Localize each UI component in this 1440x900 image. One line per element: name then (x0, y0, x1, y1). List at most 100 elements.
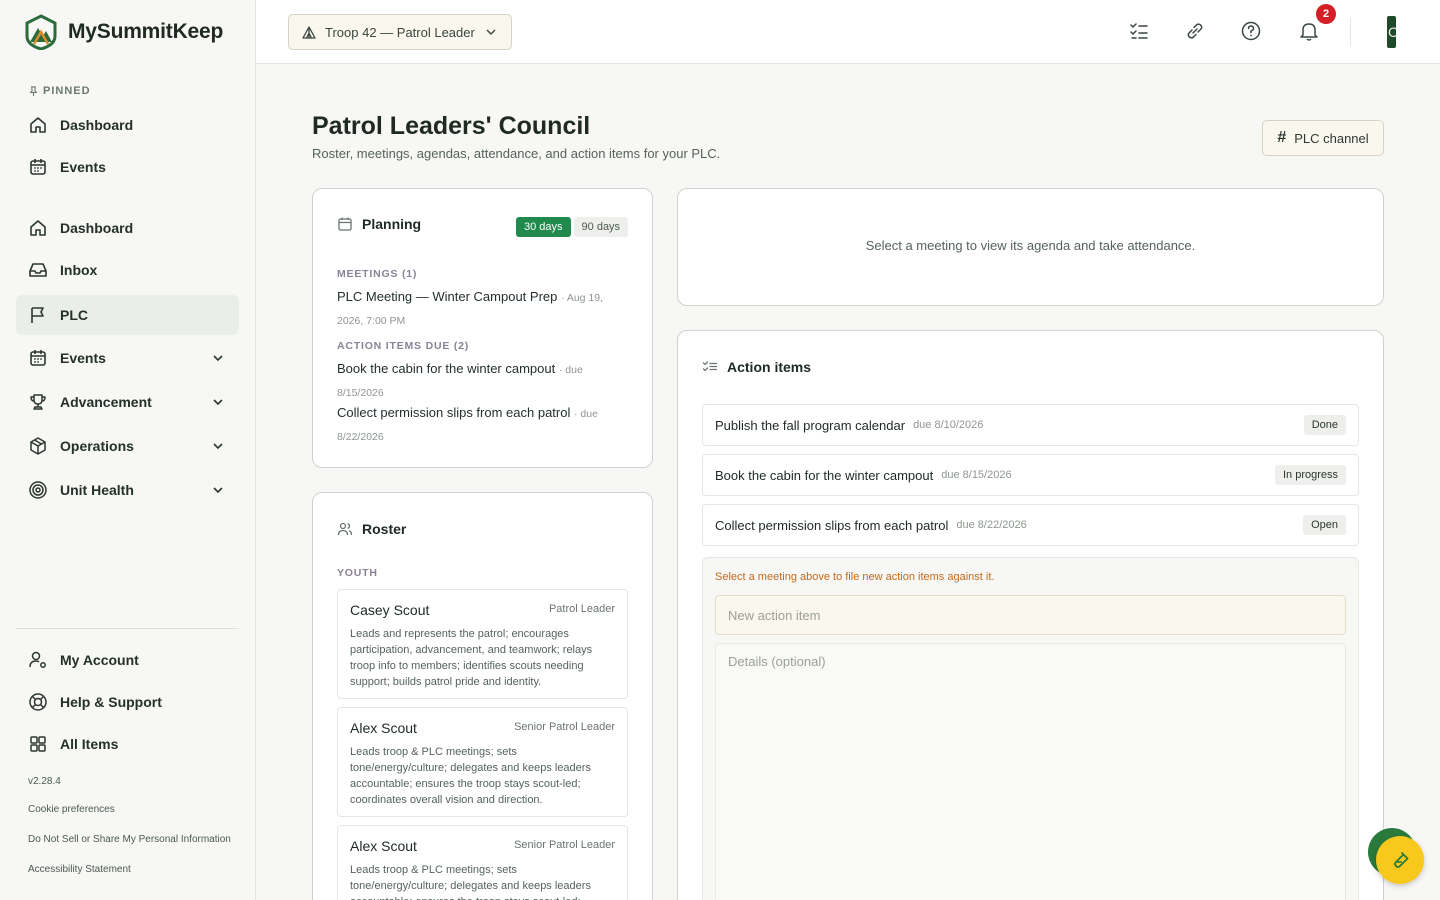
cookie-link[interactable]: Cookie preferences (28, 804, 115, 815)
due-item[interactable]: Collect permission slips from each patro… (337, 402, 613, 448)
action-item-due: due 8/10/2026 (913, 419, 984, 431)
page-title: Patrol Leaders' Council (312, 112, 591, 140)
nav-label: Inbox (60, 262, 98, 278)
brand[interactable]: MySummitKeep (24, 14, 223, 50)
pinned-item-events[interactable]: Events (16, 147, 239, 187)
new-action-form: Select a meeting above to file new actio… (702, 557, 1359, 900)
action-items-title: Action items (702, 359, 811, 375)
select-meeting-warning: Select a meeting above to file new actio… (715, 571, 995, 583)
sidebar-item-advancement[interactable]: Advancement (16, 382, 239, 422)
roster-member[interactable]: Alex Scout Senior Patrol Leader Leads tr… (337, 825, 628, 900)
page-subtitle: Roster, meetings, agendas, attendance, a… (312, 146, 721, 161)
flag-icon (31, 307, 44, 323)
youth-label: YOUTH (337, 567, 378, 579)
calendar-icon (30, 350, 46, 366)
do-not-sell-link[interactable]: Do Not Sell or Share My Personal Informa… (28, 834, 231, 845)
range-90-button[interactable]: 90 days (573, 217, 629, 237)
due-item[interactable]: Book the cabin for the winter campout · … (337, 358, 613, 404)
pinned-item-dashboard[interactable]: Dashboard (16, 105, 239, 145)
details-textarea[interactable] (715, 643, 1346, 900)
action-items-card: Action items Publish the fall program ca… (677, 330, 1384, 900)
action-item-due: due 8/22/2026 (956, 519, 1027, 531)
action-item-row[interactable]: Collect permission slips from each patro… (702, 504, 1359, 546)
roster-card: Roster YOUTH Casey Scout Patrol Leader L… (312, 492, 653, 900)
sidebar-item-my-account[interactable]: My Account (16, 640, 239, 680)
sidebar-item-help[interactable]: Help & Support (16, 682, 239, 722)
planning-card: Planning 30 days 90 days MEETINGS (1) PL… (312, 188, 653, 468)
nav-label: Dashboard (60, 220, 134, 236)
chevron-down-icon[interactable] (211, 395, 225, 409)
action-item-title: Book the cabin for the winter campout (715, 467, 934, 483)
brand-name: MySummitKeep (68, 20, 224, 43)
home-icon (30, 117, 46, 133)
meeting-item[interactable]: PLC Meeting — Winter Campout Prep · Aug … (337, 286, 613, 332)
sidebar-item-events[interactable]: Events (16, 338, 239, 378)
nav-label: My Account (60, 652, 139, 668)
bell-icon[interactable] (1298, 20, 1320, 42)
nav-label: Advancement (60, 394, 152, 410)
nav-label: Events (60, 159, 106, 175)
plc-channel-button[interactable]: # PLC channel (1262, 120, 1384, 156)
roster-member[interactable]: Alex Scout Senior Patrol Leader Leads tr… (337, 707, 628, 817)
nav-label: Unit Health (60, 482, 134, 498)
troop-select[interactable]: Troop 42 — Patrol Leader (288, 14, 512, 50)
member-name: Alex Scout (350, 838, 417, 854)
trophy-icon (30, 394, 46, 410)
pinned-label: PINNED (28, 85, 91, 97)
calendar-icon (30, 159, 46, 175)
link-icon[interactable] (1184, 20, 1206, 42)
member-description: Leads and represents the patrol; encoura… (350, 628, 593, 688)
meeting-panel: Select a meeting to view its agenda and … (677, 188, 1384, 306)
planning-title: Planning (337, 216, 421, 232)
member-description: Leads troop & PLC meetings; sets tone/en… (350, 864, 591, 900)
help-icon[interactable] (1240, 20, 1262, 42)
sidebar-item-plc[interactable]: PLC (16, 295, 239, 335)
action-item-row[interactable]: Publish the fall program calendar due 8/… (702, 404, 1359, 446)
sidebar-item-operations[interactable]: Operations (16, 426, 239, 466)
range-30-button[interactable]: 30 days (516, 217, 571, 237)
sidebar-item-dashboard[interactable]: Dashboard (16, 208, 239, 248)
nav-label: Help & Support (60, 694, 162, 710)
roster-title: Roster (337, 521, 406, 537)
lifebuoy-icon (29, 693, 47, 711)
nav-label: Dashboard (60, 117, 134, 133)
sidebar-item-inbox[interactable]: Inbox (16, 250, 239, 290)
meetings-label: MEETINGS (1) (337, 268, 418, 280)
nav-label: All Items (60, 736, 119, 752)
member-role: Senior Patrol Leader (514, 721, 615, 733)
status-badge[interactable]: In progress (1274, 465, 1346, 485)
new-action-input[interactable] (715, 595, 1346, 635)
meeting-empty-message: Select a meeting to view its agenda and … (865, 238, 1196, 253)
status-badge[interactable]: Open (1303, 515, 1346, 535)
action-item-due: due 8/15/2026 (941, 469, 1012, 481)
home-icon (30, 220, 46, 236)
test-tube-button[interactable] (1376, 836, 1424, 884)
grid-icon (30, 736, 46, 752)
floating-helper (1368, 828, 1424, 884)
checklist-icon[interactable] (1128, 20, 1150, 42)
pin-icon (29, 85, 38, 96)
chevron-down-icon[interactable] (211, 439, 225, 453)
tent-icon (302, 26, 316, 39)
member-name: Alex Scout (350, 720, 417, 736)
accessibility-link[interactable]: Accessibility Statement (28, 864, 131, 875)
test-tube-icon (1394, 852, 1409, 868)
sidebar-item-unit-health[interactable]: Unit Health (16, 470, 239, 510)
chevron-down-icon[interactable] (211, 483, 225, 497)
action-item-row[interactable]: Book the cabin for the winter campout du… (702, 454, 1359, 496)
member-role: Patrol Leader (548, 603, 615, 615)
sidebar-divider (16, 628, 239, 629)
status-badge[interactable]: Done (1303, 415, 1346, 435)
inbox-icon (29, 263, 47, 277)
action-items-due-label: ACTION ITEMS DUE (2) (337, 340, 470, 352)
target-icon (29, 481, 47, 499)
chevron-down-icon (486, 29, 496, 35)
roster-member[interactable]: Casey Scout Patrol Leader Leads and repr… (337, 589, 628, 699)
chevron-down-icon[interactable] (211, 351, 225, 365)
avatar[interactable]: C (1387, 16, 1396, 48)
sidebar-item-all-items[interactable]: All Items (16, 724, 239, 764)
member-role: Senior Patrol Leader (514, 839, 615, 851)
action-item-title: Collect permission slips from each patro… (715, 517, 949, 533)
notification-badge: 2 (1316, 4, 1336, 24)
user-settings-icon (29, 651, 46, 668)
